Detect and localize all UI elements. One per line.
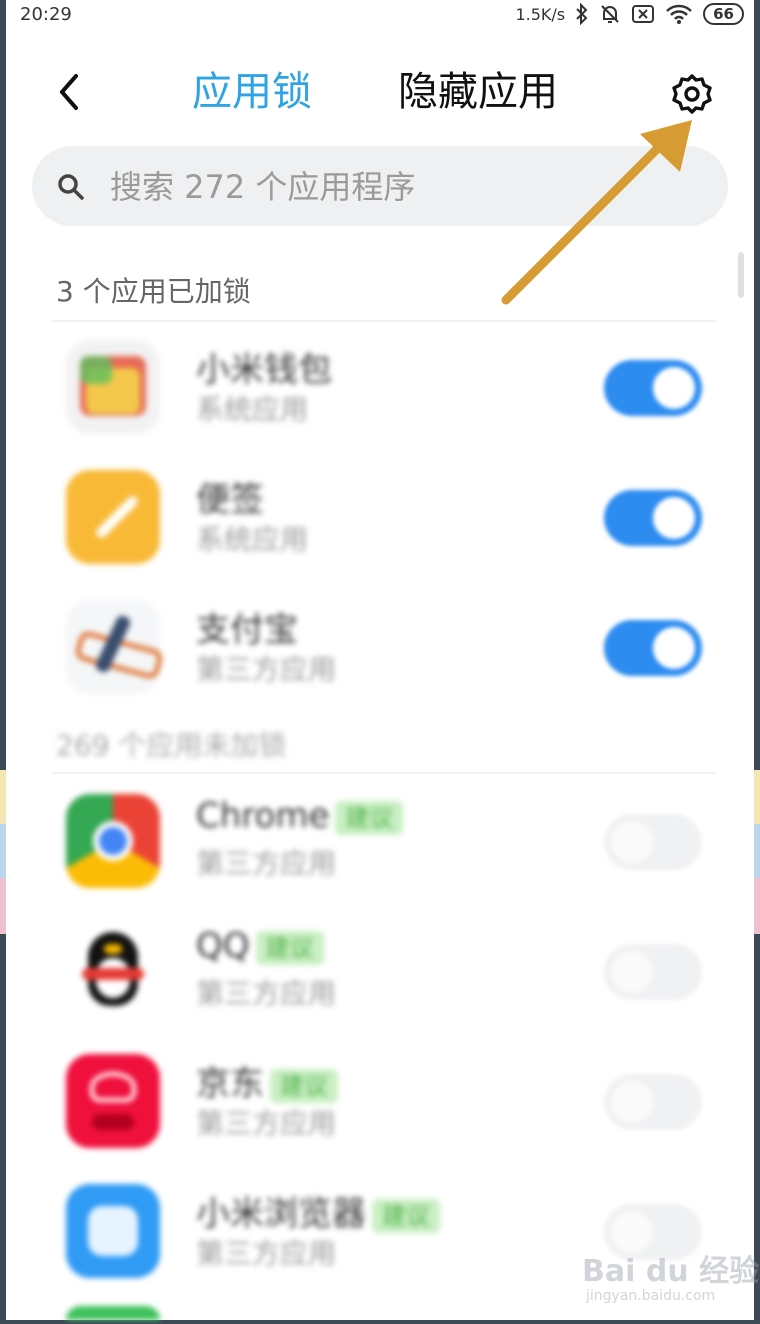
app-name-text: Chrome (196, 796, 330, 836)
list-item[interactable]: Chrome 建议 第三方应用 (6, 780, 754, 898)
tab-hidden-apps[interactable]: 隐藏应用 (398, 64, 558, 120)
search-bar[interactable] (32, 146, 728, 226)
scroll-indicator[interactable] (738, 252, 744, 298)
recommend-badge: 建议 (270, 1068, 338, 1103)
lock-toggle[interactable] (604, 814, 702, 870)
notes-app-icon (66, 470, 160, 564)
app-type: 系统应用 (196, 393, 309, 426)
list-item[interactable]: 便签 系统应用 (6, 456, 754, 574)
app-name: Chrome 建议 (196, 796, 404, 836)
search-input[interactable] (108, 166, 692, 208)
locked-section-label: 3 个应用已加锁 (56, 275, 251, 308)
app-name: 支付宝 (196, 610, 298, 650)
app-type: 第三方应用 (196, 977, 337, 1010)
recommend-badge: 建议 (372, 1198, 440, 1233)
edge-strip-pink-right (754, 878, 760, 934)
app-type: 第三方应用 (196, 1107, 337, 1140)
browser-app-icon (66, 1184, 160, 1278)
wallet-app-icon (66, 340, 160, 434)
watermark-text: Bai du 经验 (582, 1254, 760, 1289)
bell-muted-icon (601, 5, 619, 23)
frame-bottom (0, 1320, 760, 1324)
edge-strip-yellow-right (754, 770, 760, 824)
frame-right (754, 0, 760, 1324)
net-speed: 1.5K/s (515, 4, 566, 24)
app-name-text: 小米浏览器 (196, 1194, 366, 1234)
divider (52, 772, 716, 774)
search-icon (58, 174, 84, 200)
app-name: 小米浏览器 建议 (196, 1186, 440, 1235)
sim-error-icon (632, 5, 655, 23)
app-name: 京东 建议 (196, 1056, 338, 1105)
settings-button[interactable] (670, 72, 714, 116)
divider (52, 320, 716, 322)
partial-app-icon (66, 1306, 160, 1320)
edge-strip-blue-right (754, 824, 760, 878)
app-name: QQ 建议 (196, 926, 324, 966)
app-name: 便签 (196, 480, 264, 520)
toggle-knob (611, 1081, 653, 1123)
header: 应用锁 隐藏应用 (6, 60, 754, 124)
status-time: 20:29 (20, 4, 72, 25)
watermark-url: jingyan.baidu.com (586, 1288, 716, 1304)
list-item[interactable]: 小米钱包 系统应用 (6, 326, 754, 444)
toggle-knob (611, 951, 653, 993)
gear-icon (672, 74, 712, 114)
toggle-knob (653, 367, 695, 409)
jd-app-icon (66, 1054, 160, 1148)
lock-toggle[interactable] (604, 944, 702, 1000)
list-item[interactable]: 京东 建议 第三方应用 (6, 1040, 754, 1158)
app-type: 第三方应用 (196, 653, 337, 686)
lock-toggle[interactable] (604, 620, 702, 676)
app-type: 第三方应用 (196, 847, 337, 880)
watermark-logo: Bai du 经验 jingyan.baidu.com (582, 1242, 759, 1312)
alipay-app-icon (66, 600, 165, 694)
lock-toggle[interactable] (604, 1074, 702, 1130)
list-item[interactable]: QQ 建议 第三方应用 (6, 910, 754, 1028)
qq-penguin-icon (66, 924, 160, 1018)
app-type: 第三方应用 (196, 1237, 337, 1270)
app-name: 小米钱包 (196, 350, 332, 390)
chrome-icon (66, 794, 160, 888)
toggle-knob (611, 821, 653, 863)
unlocked-section-label: 269 个应用未加锁 (56, 729, 287, 762)
app-name-text: 京东 (196, 1064, 264, 1104)
battery-indicator: 66 (703, 3, 744, 25)
wifi-icon (666, 4, 693, 24)
chevron-left-icon (60, 74, 78, 110)
app-type: 系统应用 (196, 523, 309, 556)
recommend-badge: 建议 (255, 930, 324, 965)
lock-toggle[interactable] (604, 490, 702, 546)
tab-app-lock[interactable]: 应用锁 (192, 64, 312, 120)
lock-toggle[interactable] (604, 360, 702, 416)
app-name-text: QQ (196, 926, 250, 966)
list-item[interactable]: 支付宝 第三方应用 (6, 586, 754, 704)
toggle-knob (653, 627, 695, 669)
status-icons: 1.5K/s 66 (515, 3, 744, 25)
status-bar: 20:29 1.5K/s 66 (6, 0, 754, 30)
recommend-badge: 建议 (335, 800, 404, 835)
bluetooth-icon (576, 3, 588, 25)
toggle-knob (653, 497, 695, 539)
back-button[interactable] (50, 70, 90, 114)
